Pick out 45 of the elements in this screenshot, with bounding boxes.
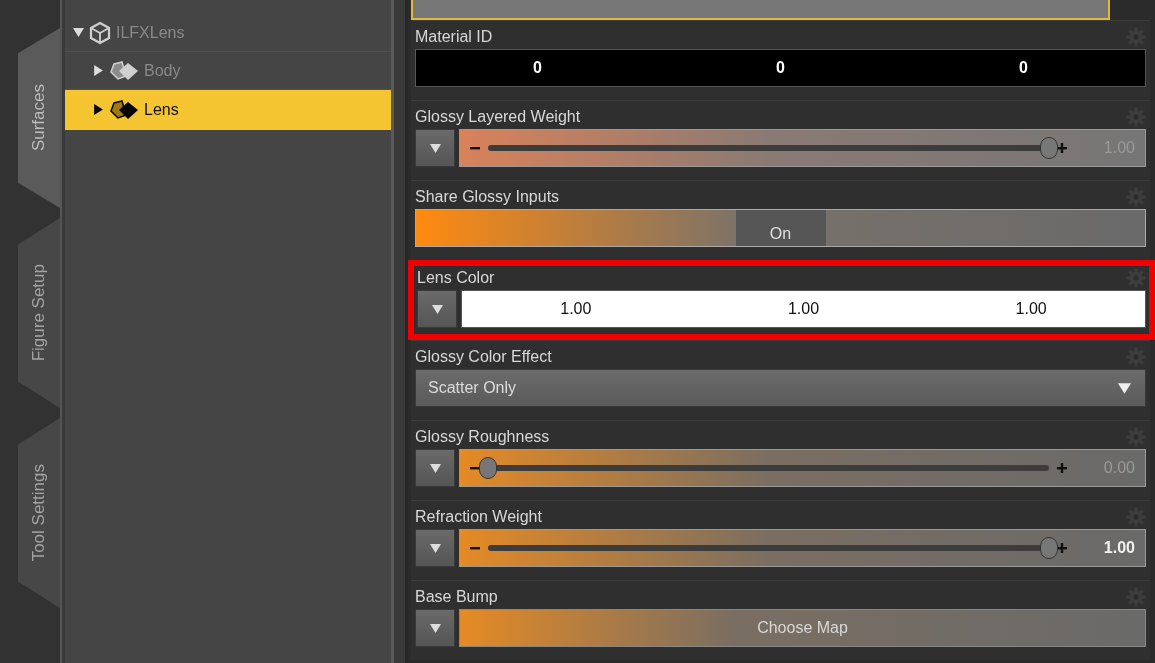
- caret-icon: [1118, 381, 1131, 395]
- toggle-switch[interactable]: On: [415, 209, 1146, 247]
- collapse-arrow-icon: [93, 65, 104, 76]
- cube-icon: [88, 20, 112, 45]
- color-field[interactable]: 1.00 1.00 1.00: [461, 290, 1146, 328]
- choose-map-button[interactable]: Choose Map: [459, 609, 1146, 647]
- toggle-button[interactable]: On: [735, 210, 826, 246]
- property-label: Lens Color: [417, 269, 495, 287]
- caret-icon: [429, 142, 441, 154]
- caret-icon: [429, 542, 441, 554]
- caret-icon: [431, 303, 443, 315]
- slider-value: 1.00: [1102, 539, 1135, 557]
- surface-icon: [108, 59, 140, 82]
- side-tab[interactable]: Surfaces: [18, 28, 60, 208]
- property-label: Refraction Weight: [415, 508, 542, 526]
- side-tab[interactable]: Figure Setup: [18, 218, 60, 408]
- dropdown-button[interactable]: [415, 529, 455, 567]
- input-field[interactable]: [411, 0, 1110, 20]
- slider[interactable]: 1.00: [459, 529, 1146, 567]
- dropdown-button[interactable]: [415, 609, 455, 647]
- surface-icon: [108, 98, 140, 121]
- dropdown-button[interactable]: [415, 129, 455, 167]
- property-label: Base Bump: [415, 588, 498, 606]
- property-label: Glossy Color Effect: [415, 348, 552, 366]
- tree-item[interactable]: Lens: [65, 90, 391, 130]
- property-label: Share Glossy Inputs: [415, 188, 560, 206]
- number-field[interactable]: 0 0 0: [415, 49, 1146, 87]
- slider-thumb[interactable]: [479, 457, 497, 479]
- expand-arrow-icon: [73, 27, 84, 38]
- side-tab[interactable]: Tool Settings: [18, 418, 60, 608]
- plus-icon[interactable]: [1057, 463, 1067, 473]
- collapse-arrow-icon: [93, 104, 104, 115]
- dropdown-button[interactable]: [417, 290, 457, 328]
- caret-icon: [429, 622, 441, 634]
- slider-thumb[interactable]: [1040, 537, 1058, 559]
- caret-icon: [429, 462, 441, 474]
- plus-icon[interactable]: [1057, 543, 1067, 553]
- plus-icon[interactable]: [1057, 143, 1067, 153]
- property-label: Glossy Roughness: [415, 428, 550, 446]
- select-dropdown[interactable]: Scatter Only: [415, 369, 1146, 407]
- tree-item[interactable]: ILFXLens: [65, 14, 391, 52]
- property-label: Glossy Layered Weight: [415, 108, 581, 126]
- property-label: Material ID: [415, 28, 493, 46]
- slider-thumb[interactable]: [1040, 137, 1058, 159]
- dropdown-button[interactable]: [415, 449, 455, 487]
